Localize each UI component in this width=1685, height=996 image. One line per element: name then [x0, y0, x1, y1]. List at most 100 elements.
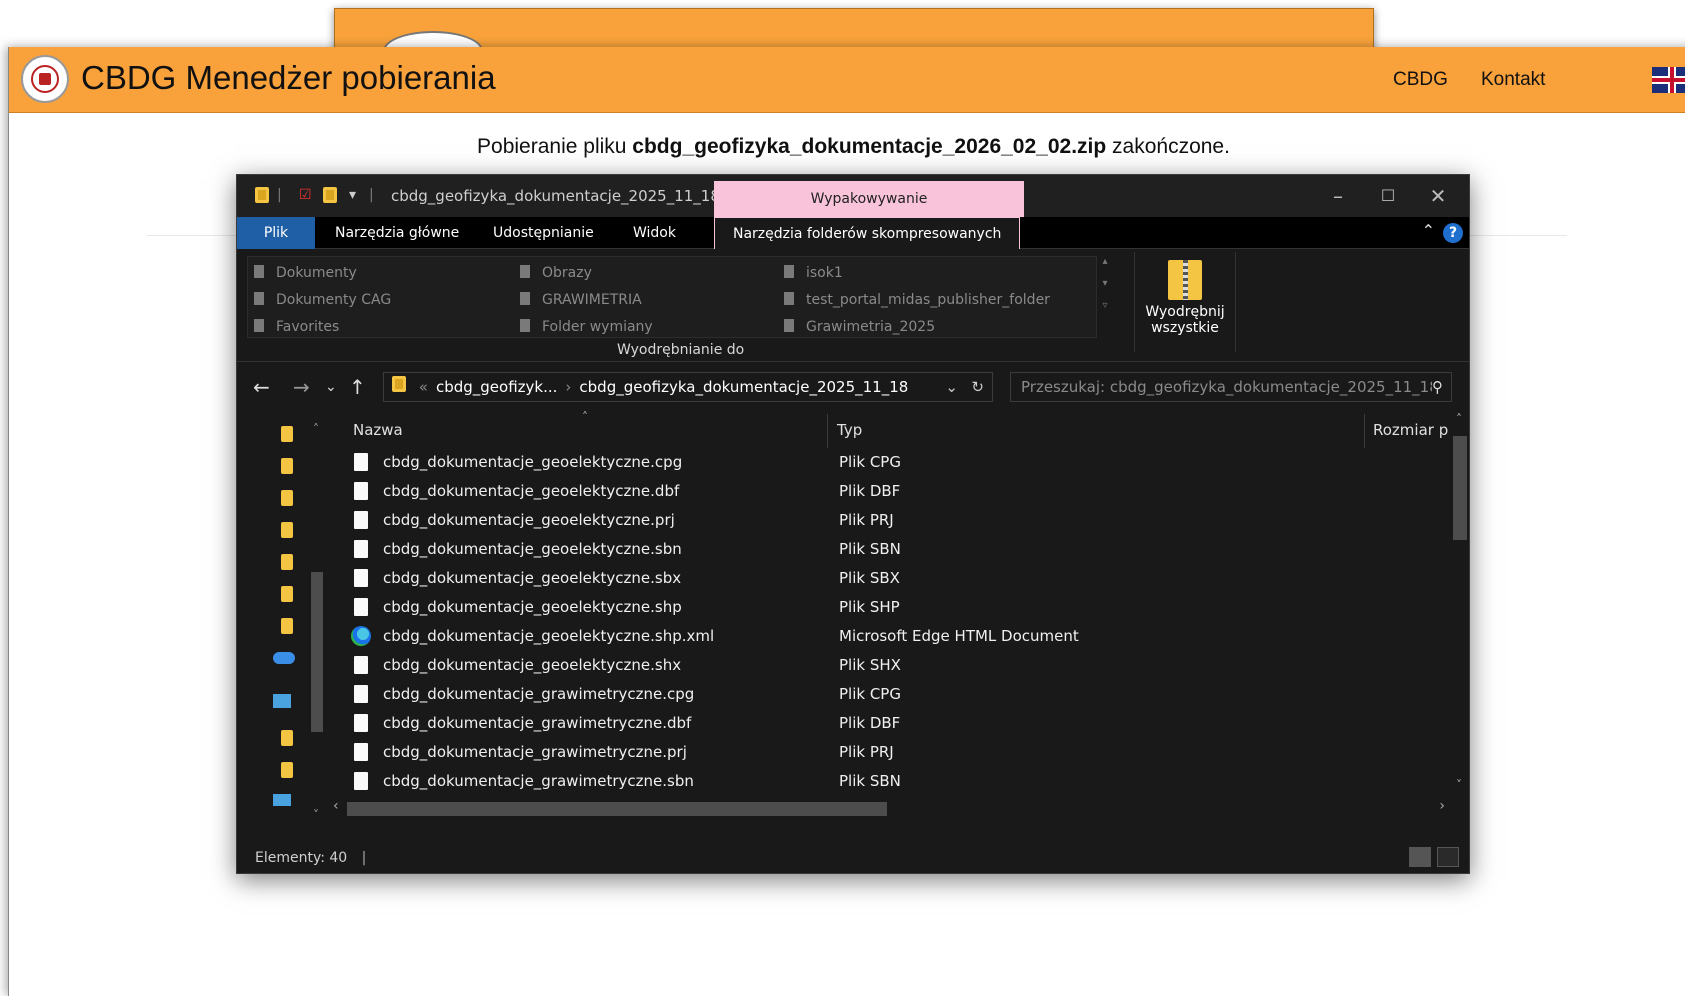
- minimize-button[interactable]: –: [1313, 181, 1363, 211]
- file-icon: [354, 598, 368, 616]
- status-bar: Elementy: 40 |: [237, 843, 1469, 873]
- refresh-icon[interactable]: ↻: [971, 373, 984, 401]
- tab-share[interactable]: Udostępnianie: [475, 217, 612, 249]
- drive-icon[interactable]: [281, 762, 293, 778]
- file-icon: [354, 482, 368, 500]
- address-dropdown-icon[interactable]: ⌄: [945, 373, 958, 401]
- table-row[interactable]: cbdg_dokumentacje_grawimetryczne.dbf Plik…: [329, 709, 1459, 738]
- scroll-left-icon[interactable]: ‹: [333, 798, 339, 814]
- folder-icon[interactable]: [281, 522, 293, 538]
- folder-icon: [392, 376, 406, 392]
- tab-extract-context[interactable]: Wypakowywanie: [714, 181, 1024, 217]
- table-row[interactable]: cbdg_dokumentacje_geoelektyczne.shp.xml M…: [329, 622, 1459, 651]
- file-type: Plik SHX: [839, 656, 901, 674]
- file-icon: [354, 772, 368, 790]
- scroll-down-icon[interactable]: ˅: [307, 808, 325, 822]
- horizontal-scrollbar[interactable]: ‹ ›: [329, 798, 1449, 818]
- forward-arrow-icon[interactable]: →: [293, 375, 310, 399]
- folder-icon[interactable]: [281, 490, 293, 506]
- collapse-ribbon-icon[interactable]: ⌃: [1422, 221, 1435, 240]
- extract-location-item[interactable]: GRAWIMETRIA: [520, 292, 642, 308]
- up-arrow-icon[interactable]: ↑: [349, 375, 366, 399]
- file-type: Plik SBN: [839, 540, 901, 558]
- file-name: cbdg_dokumentacje_geoelektyczne.prj: [383, 511, 675, 529]
- scroll-up-icon[interactable]: ˄: [1449, 412, 1469, 426]
- tab-view[interactable]: Widok: [615, 217, 694, 249]
- download-complete-message: Pobieranie pliku cbdg_geofizyka_dokument…: [9, 135, 1685, 159]
- table-row[interactable]: cbdg_dokumentacje_grawimetryczne.sbn Plik…: [329, 767, 1459, 796]
- column-header-name[interactable]: Nazwa: [353, 412, 403, 448]
- tab-file[interactable]: Plik: [237, 217, 315, 249]
- column-separator[interactable]: [1364, 414, 1365, 448]
- extract-all-button[interactable]: Wyodrębnij wszystkie: [1134, 252, 1236, 352]
- column-separator[interactable]: [827, 414, 828, 448]
- horizontal-scroll-thumb[interactable]: [347, 802, 887, 816]
- maximize-button[interactable]: ☐: [1363, 181, 1413, 211]
- column-header-type[interactable]: Typ: [837, 412, 862, 448]
- scroll-right-icon[interactable]: ›: [1439, 798, 1445, 814]
- search-input[interactable]: Przeszukaj: cbdg_geofizyka_dokumentacje_…: [1010, 372, 1452, 402]
- address-input[interactable]: «cbdg_geofizyk... › cbdg_geofizyka_dokumen…: [383, 372, 993, 402]
- new-folder-icon[interactable]: [323, 187, 337, 207]
- file-type: Plik CPG: [839, 685, 901, 703]
- table-row[interactable]: cbdg_dokumentacje_geoelektyczne.dbf Plik …: [329, 477, 1459, 506]
- folder-icon[interactable]: [255, 187, 269, 207]
- scroll-up-icon[interactable]: ˄: [307, 422, 325, 436]
- gallery-scroll[interactable]: ▴ ▾ ▿: [1097, 256, 1113, 338]
- breadcrumb-current[interactable]: cbdg_geofizyka_dokumentacje_2025_11_18: [579, 378, 908, 396]
- tab-compressed-folder-tools[interactable]: Narzędzia folderów skompresowanych: [714, 217, 1021, 249]
- extract-all-label: Wyodrębnij: [1145, 304, 1225, 320]
- extract-location-item[interactable]: Grawimetria_2025: [784, 319, 935, 335]
- close-button[interactable]: ✕: [1413, 181, 1463, 211]
- scroll-down-icon[interactable]: ˅: [1449, 778, 1469, 792]
- folder-icon[interactable]: [281, 586, 293, 602]
- file-name: cbdg_dokumentacje_grawimetryczne.cpg: [383, 685, 695, 703]
- file-type: Plik DBF: [839, 714, 901, 732]
- onedrive-icon[interactable]: [273, 652, 295, 664]
- table-row[interactable]: cbdg_dokumentacje_grawimetryczne.prj Plik…: [329, 738, 1459, 767]
- large-icons-view-icon[interactable]: [1437, 847, 1459, 867]
- file-type: Plik PRJ: [839, 743, 894, 761]
- extract-location-item[interactable]: Dokumenty: [254, 265, 357, 281]
- back-arrow-icon[interactable]: ←: [253, 375, 270, 399]
- help-icon[interactable]: ?: [1443, 223, 1463, 243]
- extract-location-item[interactable]: Obrazy: [520, 265, 592, 281]
- window-title: cbdg_geofizyka_dokumentacje_2025_11_18: [391, 187, 720, 205]
- customize-toolbar-icon[interactable]: ▾: [349, 187, 356, 203]
- folder-icon[interactable]: [281, 458, 293, 474]
- details-view-icon[interactable]: [1409, 847, 1431, 867]
- english-flag-icon[interactable]: [1652, 67, 1685, 93]
- table-row[interactable]: cbdg_dokumentacje_geoelektyczne.shp Plik …: [329, 593, 1459, 622]
- file-name: cbdg_dokumentacje_geoelektyczne.sbx: [383, 569, 682, 587]
- tab-home[interactable]: Narzędzia główne: [317, 217, 477, 249]
- separator: |: [277, 187, 282, 203]
- file-name: cbdg_dokumentacje_geoelektyczne.cpg: [383, 453, 683, 471]
- table-row[interactable]: cbdg_dokumentacje_geoelektyczne.prj Plik …: [329, 506, 1459, 535]
- table-row[interactable]: cbdg_dokumentacje_grawimetryczne.cpg Plik…: [329, 680, 1459, 709]
- folder-icon[interactable]: [281, 554, 293, 570]
- extract-location-item[interactable]: Favorites: [254, 319, 339, 335]
- table-row[interactable]: cbdg_dokumentacje_geoelektyczne.sbn Plik …: [329, 535, 1459, 564]
- extract-location-item[interactable]: Folder wymiany: [520, 319, 653, 335]
- folder-icon[interactable]: [281, 618, 293, 634]
- table-row[interactable]: cbdg_dokumentacje_geoelektyczne.shx Plik …: [329, 651, 1459, 680]
- navpane-scroll-thumb[interactable]: [311, 572, 323, 732]
- table-row[interactable]: cbdg_dokumentacje_geoelektyczne.sbx Plik …: [329, 564, 1459, 593]
- folder-icon[interactable]: [281, 426, 293, 442]
- column-header-size[interactable]: Rozmiar po skompresowaniu: [1373, 412, 1449, 448]
- extract-location-item[interactable]: test_portal_midas_publisher_folder: [784, 292, 1050, 308]
- table-row[interactable]: cbdg_dokumentacje_geoelektyczne.cpg Plik …: [329, 448, 1459, 477]
- extract-location-item[interactable]: isok1: [784, 265, 843, 281]
- this-pc-icon[interactable]: [273, 694, 291, 708]
- nav-cbdg-link[interactable]: CBDG: [1393, 69, 1448, 91]
- nav-contact-link[interactable]: Kontakt: [1481, 69, 1545, 91]
- breadcrumb-parent[interactable]: cbdg_geofizyk...: [436, 378, 557, 396]
- recent-locations-chevron-icon[interactable]: ⌄: [325, 379, 337, 395]
- drive-icon[interactable]: [281, 730, 293, 746]
- network-icon[interactable]: [273, 794, 291, 806]
- vertical-scroll-thumb[interactable]: [1453, 436, 1467, 540]
- properties-icon[interactable]: ☑: [299, 187, 312, 203]
- separator: |: [369, 187, 374, 203]
- extract-location-item[interactable]: Dokumenty CAG: [254, 292, 391, 308]
- pig-logo[interactable]: [21, 55, 69, 103]
